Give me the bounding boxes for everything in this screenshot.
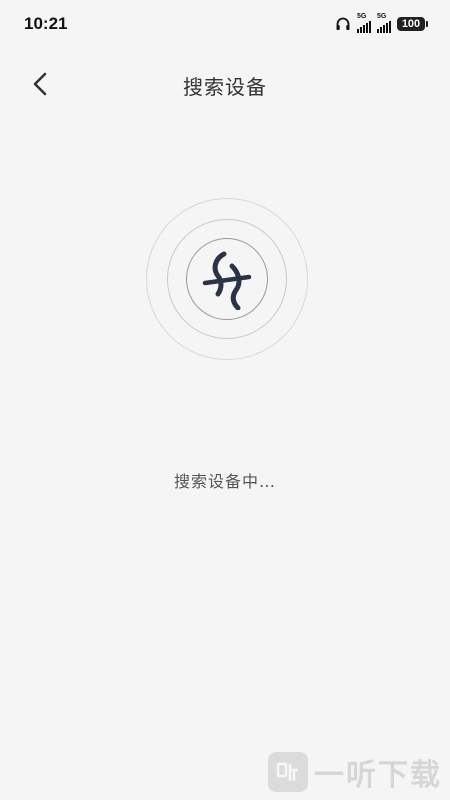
searching-status-text: 搜索设备中… [173,472,276,491]
brand-logo-icon [202,251,252,310]
watermark-text: 一听下载 [314,758,442,793]
network-type-label: 5G [377,13,387,20]
status-bar: 10:21 5G 5G 100 [0,0,450,48]
battery-level: 100 [397,17,425,31]
network-type-label: 5G [357,13,367,20]
signal-strength-icon-sim1: 5G [357,13,371,33]
battery-icon: 100 [397,17,428,31]
watermark: 一听下载 [268,750,442,794]
page-title: 搜索设备 [183,75,267,99]
watermark-logo-icon [268,752,308,792]
status-icons: 5G 5G 100 [335,13,428,33]
headphone-icon [335,16,351,32]
status-time: 10:21 [24,14,68,33]
search-radar [146,198,308,360]
header: 搜索设备 [0,60,450,108]
signal-strength-icon-sim2: 5G [377,13,391,33]
